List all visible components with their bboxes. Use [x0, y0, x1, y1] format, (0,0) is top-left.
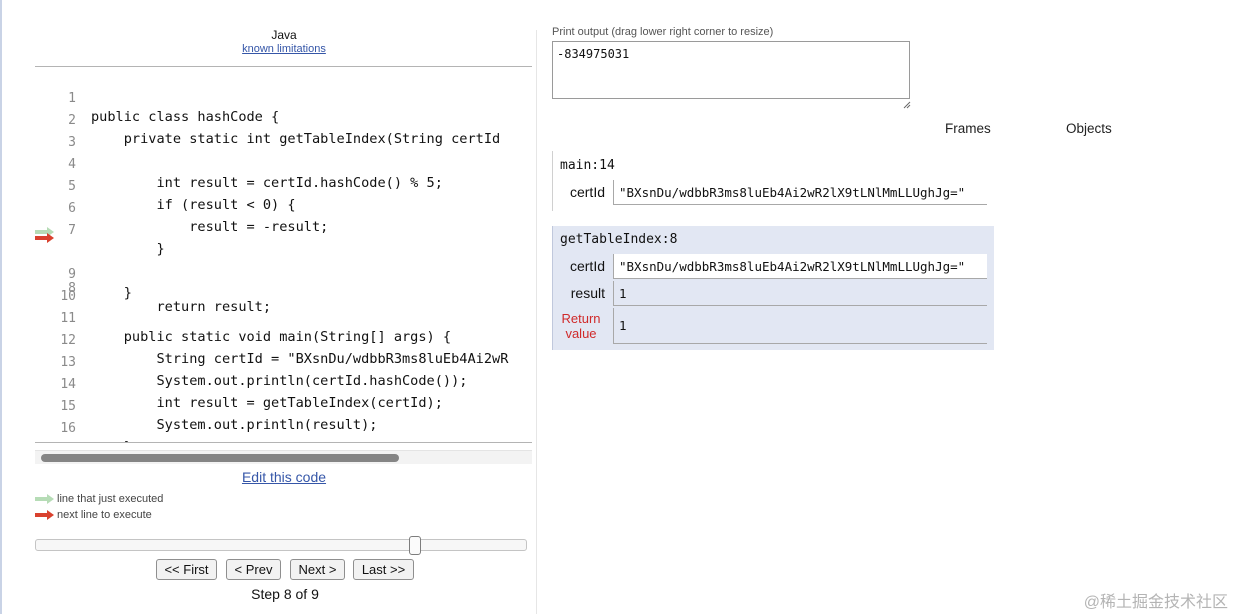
first-button[interactable]: << First [156, 559, 217, 580]
last-button[interactable]: Last >> [353, 559, 414, 580]
code-panel: 1 public class hashCode { 2 private stat… [35, 66, 532, 443]
code-line: 4 int result = certId.hashCode() % 5; [35, 136, 532, 191]
code-line: 11 public static void main(String[] args… [35, 290, 532, 345]
just-executed-arrow-icon [35, 494, 54, 504]
variable-name: certId [569, 258, 605, 274]
window-left-edge [0, 0, 2, 614]
variable-value: 1 [613, 281, 987, 306]
print-output-box[interactable]: -834975031 [552, 41, 910, 99]
code-line: 2 private static int getTableIndex(Strin… [35, 92, 532, 147]
code-line: 1 public class hashCode { [35, 70, 532, 125]
code-line: 12 String certId = "BXsnDu/wdbbR3ms8luEb… [35, 312, 532, 367]
legend-just-executed-label: line that just executed [57, 493, 164, 505]
prev-button[interactable]: < Prev [226, 559, 281, 580]
return-value: 1 [613, 308, 987, 344]
variable-value: "BXsnDu/wdbbR3ms8luEb4Ai2wR2lX9tLNlMmLLU… [613, 180, 987, 205]
frame-variable: certId "BXsnDu/wdbbR3ms8luEb4Ai2wR2lX9tL… [553, 254, 987, 279]
next-line-arrow-icon [35, 510, 54, 520]
code-line: 13 System.out.println(certId.hashCode())… [35, 334, 532, 389]
step-slider[interactable] [35, 539, 527, 551]
objects-header: Objects [1066, 121, 1112, 136]
print-output-label: Print output (drag lower right corner to… [552, 26, 774, 38]
code-line: 16 } [35, 400, 532, 442]
frames-header: Frames [945, 121, 991, 136]
frame-title: main:14 [560, 158, 615, 173]
known-limitations-link[interactable]: known limitations [242, 43, 326, 55]
pane-divider [536, 30, 537, 614]
code-line: 17 } [35, 422, 532, 442]
code-line: 10 [35, 268, 532, 304]
variable-value: "BXsnDu/wdbbR3ms8luEb4Ai2wR2lX9tLNlMmLLU… [613, 254, 987, 279]
code-line: 3 [35, 114, 532, 150]
frame-return-value: Return value 1 [553, 308, 987, 344]
next-line-arrow-icon [35, 233, 54, 243]
frame-title: getTableIndex:8 [560, 232, 678, 247]
watermark: @稀土掘金技术社区 [1083, 594, 1228, 611]
code-line: 9 } [35, 246, 532, 301]
code-line-current: 8 return result; [35, 224, 532, 315]
frame-variable: certId "BXsnDu/wdbbR3ms8luEb4Ai2wR2lX9tL… [553, 180, 987, 205]
resize-grip-icon[interactable] [903, 101, 911, 109]
known-limitations: known limitations [35, 43, 533, 55]
step-counter: Step 8 of 9 [251, 586, 319, 602]
line-number: 17 [35, 440, 76, 442]
next-button[interactable]: Next > [290, 559, 345, 580]
code-line: 15 System.out.println(result); [35, 378, 532, 433]
stack-frame-getTableIndex: getTableIndex:8 certId "BXsnDu/wdbbR3ms8… [552, 226, 994, 350]
code-line: 6 result = -result; [35, 180, 532, 235]
edit-code: Edit this code [35, 469, 533, 485]
stack-frame-main: main:14 certId "BXsnDu/wdbbR3ms8luEb4Ai2… [552, 151, 994, 211]
code-line: 5 if (result < 0) { [35, 158, 532, 213]
code-line: 7 } [35, 202, 532, 257]
step-slider-handle[interactable] [409, 536, 421, 555]
variable-name: result [570, 285, 605, 301]
variable-name: certId [569, 184, 605, 200]
language-label: Java [271, 28, 297, 42]
return-value-label: Return value [561, 311, 601, 341]
edit-code-link[interactable]: Edit this code [242, 469, 326, 485]
legend-next-line-label: next line to execute [57, 509, 152, 521]
frame-variable: result 1 [553, 281, 987, 306]
code-line: 14 int result = getTableIndex(certId); [35, 356, 532, 411]
code-scrollbar-thumb[interactable] [41, 454, 399, 462]
